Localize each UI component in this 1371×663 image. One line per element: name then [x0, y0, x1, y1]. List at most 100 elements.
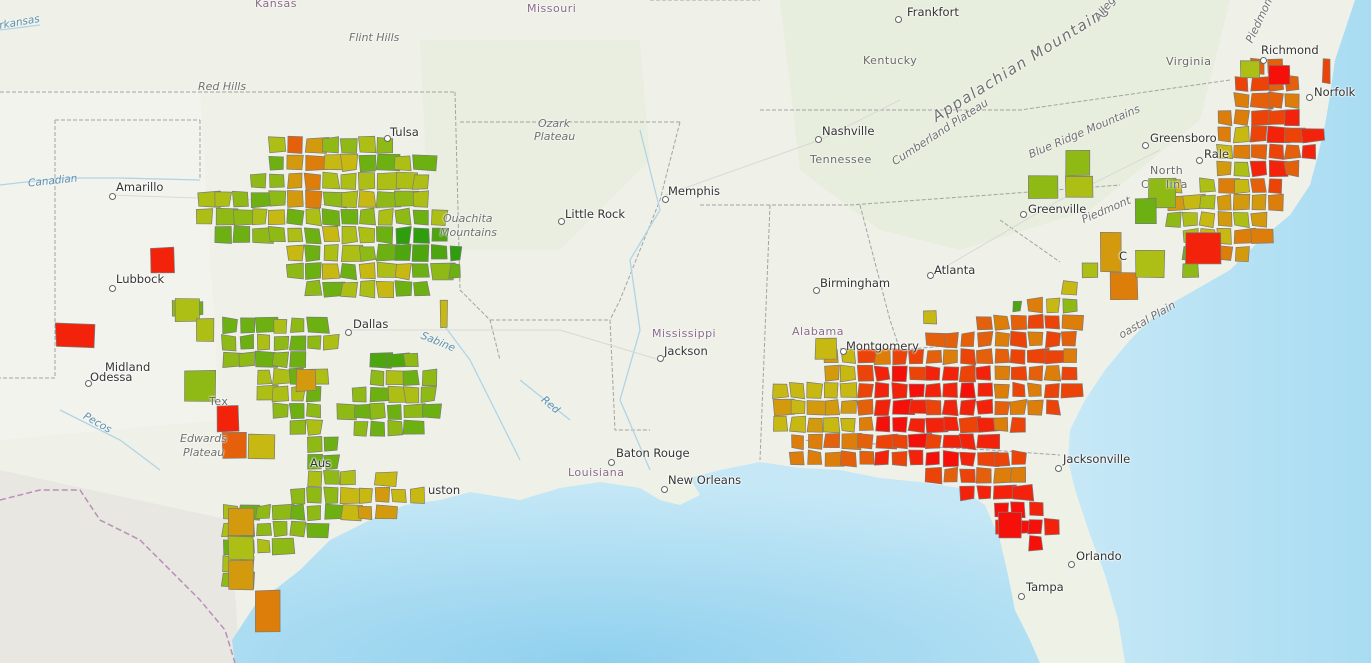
state-label-north-carolina-3: lina	[1166, 178, 1188, 191]
county-polygon	[1009, 349, 1026, 365]
county-polygon	[891, 382, 908, 400]
city-label-new-orleans: New Orleans	[668, 473, 742, 487]
county-polygon	[960, 331, 975, 347]
city-dot-richmond	[1260, 57, 1267, 64]
county-polygon	[772, 383, 790, 399]
city-label-jacksonville: Jacksonville	[1063, 452, 1131, 466]
county-polygon	[307, 436, 323, 453]
county-polygon	[941, 399, 959, 417]
county-polygon	[1283, 159, 1300, 178]
county-polygon	[1268, 193, 1284, 212]
county-polygon	[252, 208, 268, 226]
county-polygon	[1026, 296, 1043, 314]
map-view[interactable]: Kansas Missouri Kentucky Virginia Tennes…	[0, 0, 1371, 663]
city-dot-jackson	[657, 355, 664, 362]
county-polygon	[1216, 194, 1232, 211]
county-polygon	[1028, 175, 1059, 199]
county-polygon	[449, 245, 463, 262]
county-polygon	[289, 520, 307, 538]
county-polygon	[1043, 365, 1062, 382]
county-polygon	[943, 331, 959, 349]
county-polygon	[306, 505, 321, 522]
county-polygon	[873, 365, 891, 382]
county-polygon	[1198, 211, 1216, 229]
county-polygon	[993, 452, 1011, 467]
county-polygon	[286, 244, 305, 262]
county-polygon	[221, 334, 237, 352]
county-polygon	[806, 381, 824, 399]
county-polygon	[925, 399, 942, 416]
city-dot-nashville	[815, 136, 822, 143]
county-polygon	[269, 173, 285, 188]
county-polygon	[824, 364, 840, 382]
county-polygon	[1233, 161, 1251, 177]
county-polygon	[1028, 535, 1044, 552]
city-label-tulsa: Tulsa	[390, 125, 419, 139]
county-polygon	[196, 318, 215, 342]
county-polygon	[303, 172, 321, 190]
county-polygon	[268, 190, 287, 207]
county-polygon	[305, 189, 323, 209]
county-polygon	[976, 433, 1001, 450]
county-polygon	[306, 402, 321, 419]
phys-label-ozark-2: Plateau	[534, 130, 576, 143]
county-polygon	[1249, 178, 1267, 193]
county-polygon	[232, 226, 251, 243]
county-polygon	[287, 172, 303, 190]
county-polygon	[993, 383, 1010, 399]
state-label-texas: Tex	[209, 395, 229, 408]
county-polygon	[977, 330, 994, 348]
county-polygon	[390, 488, 407, 503]
county-polygon	[1321, 58, 1331, 85]
county-polygon	[288, 403, 305, 419]
county-polygon	[891, 365, 908, 382]
county-polygon	[214, 226, 232, 244]
county-polygon	[1199, 177, 1216, 193]
city-dot-baton-rouge	[608, 459, 615, 466]
county-polygon	[239, 333, 254, 350]
county-polygon	[1216, 160, 1232, 177]
county-polygon	[1249, 125, 1268, 143]
county-polygon	[1181, 211, 1198, 227]
county-polygon	[287, 135, 303, 154]
county-polygon	[339, 138, 358, 154]
county-polygon	[1233, 144, 1251, 160]
county-polygon	[976, 348, 994, 365]
county-polygon	[1182, 262, 1200, 278]
county-polygon	[925, 451, 940, 466]
state-label-north-carolina-2: C	[1141, 178, 1150, 191]
county-polygon	[1043, 383, 1060, 399]
city-label-dallas: Dallas	[353, 317, 389, 331]
city-label-birmingham: Birmingham	[820, 276, 891, 290]
county-polygon	[840, 418, 856, 433]
county-polygon	[267, 209, 286, 226]
county-polygon	[340, 281, 359, 298]
county-polygon	[959, 399, 977, 416]
county-polygon	[359, 279, 376, 299]
city-dot-little-rock	[558, 218, 565, 225]
county-polygon	[357, 172, 376, 191]
county-polygon	[1232, 193, 1251, 211]
city-dot-orlando	[1068, 561, 1075, 568]
county-polygon	[814, 337, 838, 360]
county-polygon	[412, 190, 429, 208]
county-polygon	[323, 436, 339, 452]
county-polygon	[439, 299, 448, 329]
city-label-houston: uston	[428, 483, 461, 497]
county-polygon	[286, 208, 305, 226]
county-polygon	[1065, 175, 1094, 198]
county-polygon	[375, 226, 394, 245]
city-label-norfolk: Norfolk	[1314, 85, 1356, 99]
county-polygon	[238, 351, 255, 368]
county-polygon	[806, 417, 824, 433]
state-label-virginia: Virginia	[1166, 55, 1212, 68]
phys-label-edwards-2: Plateau	[183, 446, 225, 459]
county-polygon	[257, 369, 273, 385]
county-polygon	[411, 174, 430, 190]
county-polygon	[374, 471, 398, 488]
county-polygon	[1267, 64, 1291, 86]
county-polygon	[271, 385, 290, 403]
county-polygon	[1009, 466, 1027, 483]
phys-label-flint-hills: Flint Hills	[349, 31, 400, 44]
county-polygon	[1060, 330, 1077, 347]
